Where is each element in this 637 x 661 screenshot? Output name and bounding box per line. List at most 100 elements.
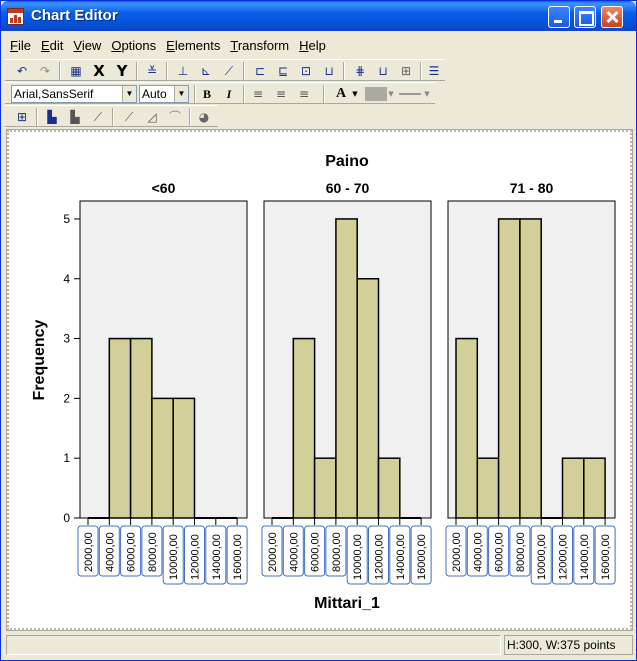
line-chart-icon[interactable]: ⟋ [89,108,107,126]
x-tick-label: 2000,00 [451,532,463,572]
font-family-select[interactable]: Arial,SansSerif ▼ [11,85,137,103]
status-dimensions: H:300, W:375 points [504,635,633,655]
y-tick-label: 3 [63,332,70,346]
x-tick-label: 8000,00 [515,532,527,572]
histogram-bar [356,278,380,519]
menu-transform[interactable]: Transform [225,38,294,56]
menu-options[interactable]: Options [106,38,161,56]
redo-icon[interactable]: ↷ [36,62,54,80]
italic-button[interactable]: I [220,85,238,103]
font-size-select[interactable]: Auto ▼ [139,85,189,103]
toolbar-separator [420,62,422,80]
pie-chart-icon[interactable]: ◕ [195,108,213,126]
y-tick-label: 0 [63,511,70,525]
histogram-bar [292,337,316,519]
bar-chart-icon[interactable]: ▙ [43,108,61,126]
histogram-bar [497,218,521,519]
x-tick-label: 6000,00 [494,532,506,572]
facet-label: <60 [152,180,176,196]
x-tick-label: 16000,00 [600,534,612,580]
scale-icon[interactable]: ≚ [143,62,161,80]
chart-editor-window: Chart Editor File Edit View Options Elem… [0,0,637,661]
x-tick-label: 14000,00 [211,534,223,580]
histogram-bar [335,218,358,519]
close-button[interactable] [601,6,623,28]
toolbar-separator [343,62,345,80]
x-tick-label: 8000,00 [331,532,343,572]
bold-button[interactable]: B [198,85,216,103]
histogram-bar [313,457,337,519]
chart-app-icon [7,8,24,25]
toolbar-separator [36,108,38,126]
histogram-icon[interactable]: ▙ [66,108,84,126]
textbox-icon[interactable]: ⊡ [297,62,315,80]
align-right-icon[interactable]: ≡ [295,85,313,103]
minimize-button[interactable] [548,6,570,28]
x-tick-label: 10000,00 [536,534,548,580]
histogram-bar [108,337,132,519]
toolbar-chart-types: ⊞ ▙ ▙ ⟋ ⟋ ◿ ⌒ ◕ [5,105,218,127]
y-axis-button[interactable]: Y [113,62,131,80]
footnote-icon[interactable]: ⊔ [320,62,338,80]
fit-line-icon[interactable]: ⊾ [197,62,215,80]
x-tick-label: 4000,00 [472,532,484,572]
title-bar[interactable]: Chart Editor [1,1,636,31]
x-tick-label: 2000,00 [83,532,95,572]
properties-icon[interactable]: ▦ [67,62,85,80]
facet-label: 60 - 70 [326,180,370,196]
line-style-icon[interactable] [399,93,421,95]
status-message [6,635,501,655]
x-tick-label: 12000,00 [374,534,386,580]
chevron-down-icon[interactable]: ▼ [387,85,395,103]
toolbar-separator [243,85,245,103]
scatter-icon[interactable]: ⟋ [120,108,138,126]
text-color-button[interactable]: A [332,85,350,103]
chart-canvas[interactable]: Paino Frequency Mittari_1 0 1 2 3 4 5 <60 2000,00 4… [6,129,633,631]
y-tick-label: 2 [63,391,70,405]
menu-help[interactable]: Help [294,38,331,56]
x-tick-label: 6000,00 [310,532,322,572]
histogram-bar [129,337,153,519]
axis-lines-icon[interactable]: ⊔ [374,62,392,80]
toolbar-separator [166,62,168,80]
maximize-button[interactable] [574,6,596,28]
title-icon[interactable]: ⊏ [251,62,269,80]
toolbar-separator [112,108,114,126]
show-legend-icon[interactable]: ☰ [425,62,443,80]
grid-lines-icon[interactable]: ⋕ [351,62,369,80]
facet-label: 71 - 80 [510,180,554,196]
toolbar-format: Arial,SansSerif ▼ Auto ▼ B I ≡ ≡ ≡ A ▼ ▼… [5,82,435,104]
histogram-bar [583,457,606,519]
interpolation-line-icon[interactable]: ⟋ [220,62,238,80]
dropline-icon[interactable]: ⌒ [166,108,184,126]
reference-line-icon[interactable]: ⊥ [174,62,192,80]
menu-edit[interactable]: Edit [36,38,68,56]
histogram-bar [377,457,401,519]
histogram-bar [455,337,479,519]
x-axis-button[interactable]: X [90,62,108,80]
histogram-bar [151,397,174,519]
histogram-bar [561,457,585,519]
x-tick-label: 12000,00 [558,534,570,580]
histogram-chart[interactable]: Paino Frequency Mittari_1 0 1 2 3 4 5 <60 2000,00 4… [7,130,632,630]
annotation-icon[interactable]: ⊑ [274,62,292,80]
table-icon[interactable]: ⊞ [13,108,31,126]
x-tick-label: 16000,00 [416,534,428,580]
area-chart-icon[interactable]: ◿ [143,108,161,126]
align-left-icon[interactable]: ≡ [249,85,267,103]
y-tick-label: 5 [63,212,70,226]
toolbar-separator [136,62,138,80]
undo-icon[interactable]: ↶ [13,62,31,80]
menu-file[interactable]: File [5,38,36,56]
chevron-down-icon[interactable]: ▼ [351,85,359,103]
fill-color-swatch[interactable] [365,87,387,101]
chart-title: Paino [325,153,369,170]
data-labels-icon[interactable]: ⊞ [397,62,415,80]
x-tick-label: 6000,00 [126,532,138,572]
menu-view[interactable]: View [68,38,106,56]
menu-elements[interactable]: Elements [161,38,225,56]
chevron-down-icon[interactable]: ▼ [423,85,431,103]
x-tick-label: 12000,00 [190,534,202,580]
align-center-icon[interactable]: ≡ [272,85,290,103]
window-title: Chart Editor [31,7,118,24]
